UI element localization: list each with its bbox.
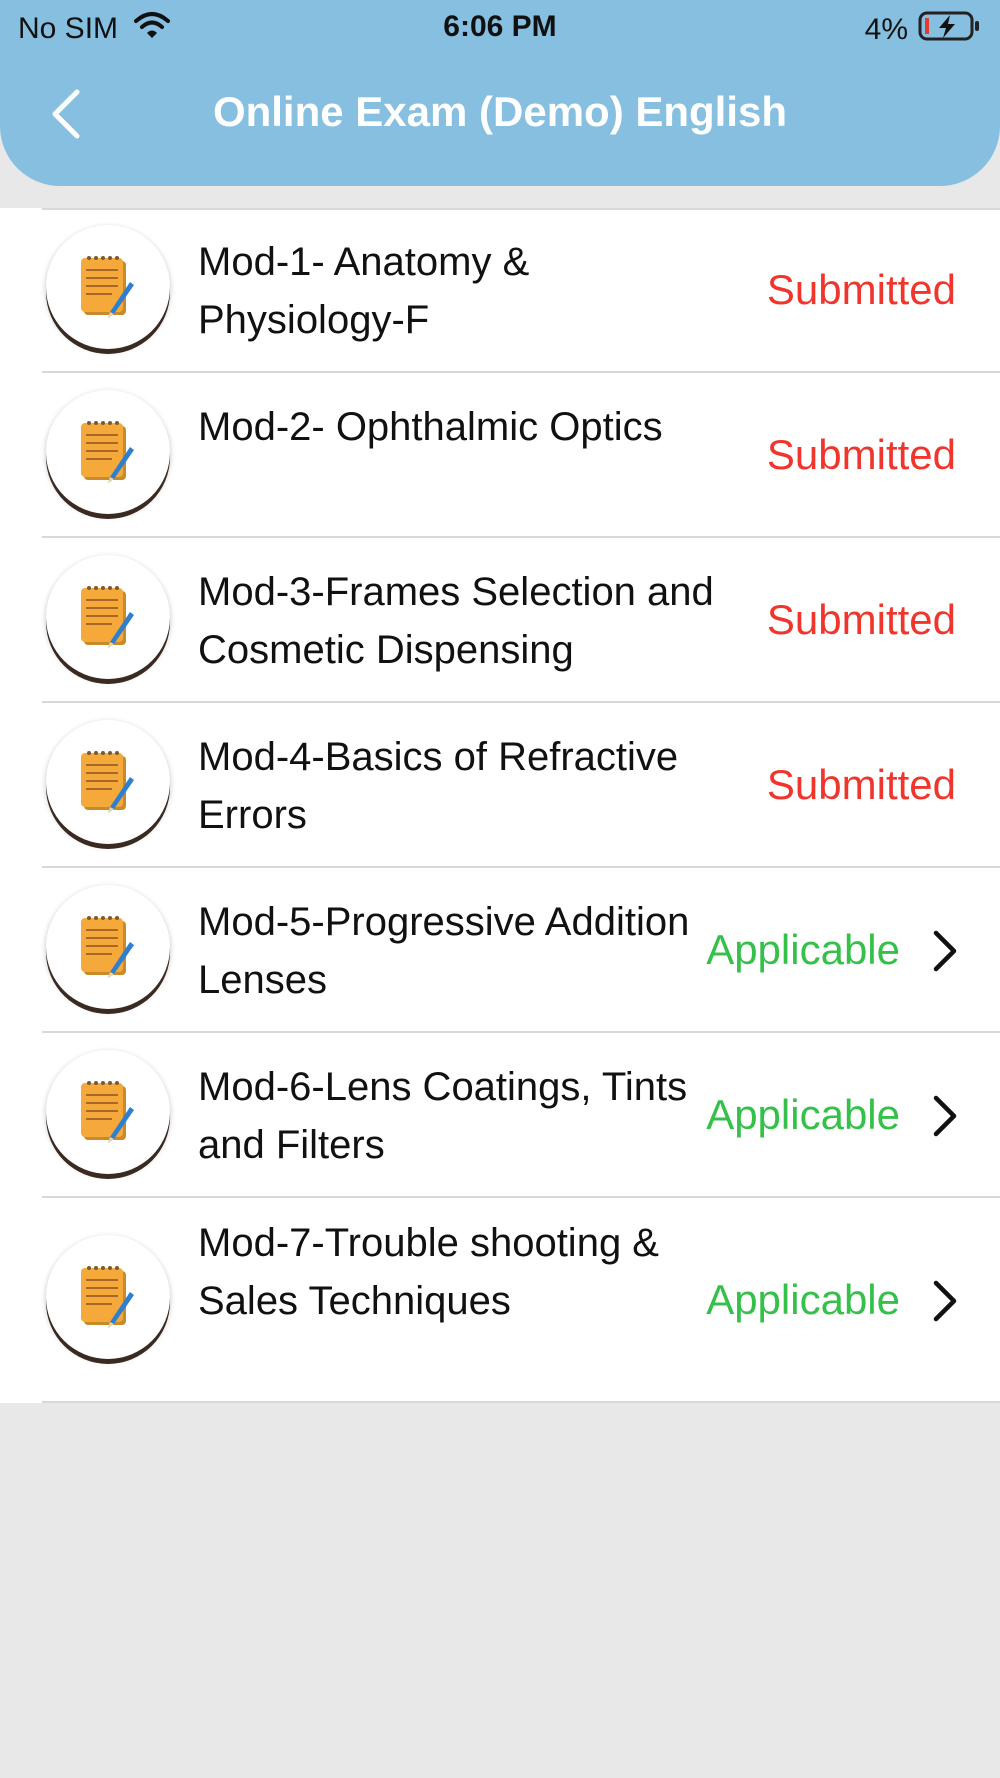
chevron-right-icon [930,929,960,973]
notepad-icon [46,1235,170,1359]
battery-percent: 4% [864,13,908,46]
notepad-icon [46,555,170,679]
page-title: Online Exam (Demo) English [212,88,788,135]
status-submitted: Submitted [766,266,956,313]
status-applicable: Applicable [706,1091,900,1138]
status-right: 4% [865,10,982,50]
navigation-bar: Online Exam (Demo) English [0,70,1000,160]
notepad-icon [46,225,170,349]
exam-row[interactable]: Mod-7-Trouble shooting & Sales Technique… [0,1198,1000,1403]
status-bar: No SIM 6:06 PM 4% [0,0,1000,56]
exam-row[interactable]: Mod-5-Progressive Addition Lenses Applica… [0,868,1000,1033]
status-submitted: Submitted [766,431,956,478]
chevron-right-icon [930,1279,960,1323]
exam-list: Mod-1- Anatomy & Physiology-F Submitted Mo… [0,208,1000,1403]
status-applicable: Applicable [706,1276,900,1323]
status-time: 6:06 PM [443,10,557,43]
exam-title: Mod-7-Trouble shooting & Sales Technique… [198,1221,659,1323]
chevron-right-icon [930,1094,960,1138]
exam-title: Mod-6-Lens Coatings, Tints and Filters [198,1065,688,1167]
notepad-icon [46,1050,170,1174]
status-submitted: Submitted [766,596,956,643]
status-submitted: Submitted [766,761,956,808]
notepad-icon [46,390,170,514]
status-applicable: Applicable [706,926,900,973]
notepad-icon [46,720,170,844]
notepad-icon [46,885,170,1009]
exam-title: Mod-4-Basics of Refractive Errors [198,735,679,837]
exam-row[interactable]: Mod-6-Lens Coatings, Tints and Filters Ap… [0,1033,1000,1198]
exam-title: Mod-1- Anatomy & Physiology-F [198,240,530,342]
header-bar: No SIM 6:06 PM 4% Online Exam (Demo) Eng… [0,0,1000,186]
exam-row[interactable]: Mod-3-Frames Selection and Cosmetic Disp… [0,538,1000,703]
battery-charging-icon [918,10,982,50]
exam-row[interactable]: Mod-4-Basics of Refractive Errors Submitt… [0,703,1000,868]
exam-row[interactable]: Mod-2- Ophthalmic Optics Submitted [0,373,1000,538]
list-divider [42,208,1000,210]
exam-title: Mod-3-Frames Selection and Cosmetic Disp… [198,570,714,672]
exam-title: Mod-2- Ophthalmic Optics [198,405,663,449]
exam-title: Mod-5-Progressive Addition Lenses [198,900,690,1002]
exam-row[interactable]: Mod-1- Anatomy & Physiology-F Submitted [0,208,1000,373]
list-divider [42,1401,1000,1403]
